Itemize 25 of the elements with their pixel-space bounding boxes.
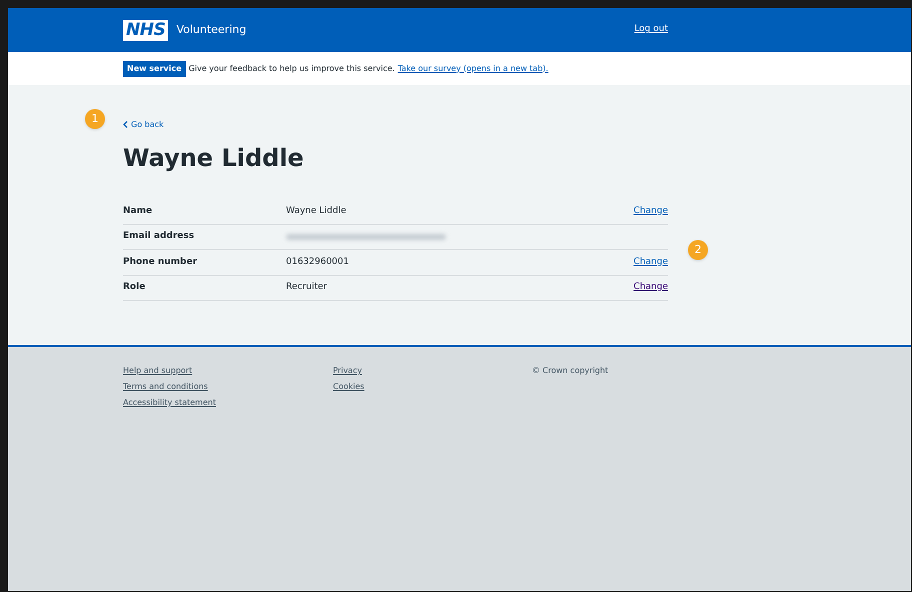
footer-link[interactable]: Privacy: [333, 365, 362, 377]
go-back-link[interactable]: Go back: [123, 118, 164, 130]
copyright-text: © Crown copyright: [532, 365, 608, 377]
footer-link[interactable]: Terms and conditions: [123, 381, 208, 393]
change-link[interactable]: Change: [634, 256, 668, 269]
survey-link[interactable]: Take our survey (opens in a new tab).: [398, 62, 548, 74]
row-key: Role: [123, 281, 286, 294]
row-value: Wayne Liddle: [286, 204, 348, 218]
change-link[interactable]: Change: [634, 204, 668, 218]
row-key: Email address: [123, 230, 286, 244]
banner-text: Give your feedback to help us improve this service.: [188, 62, 395, 74]
new-service-tag: New service: [123, 60, 186, 76]
chevron-left-icon: [123, 121, 128, 128]
footer-link[interactable]: Cookies: [333, 381, 364, 393]
change-link[interactable]: Change: [634, 281, 668, 294]
row-value: Recruiter: [286, 281, 328, 294]
row-value: 01632960001: [286, 256, 350, 268]
page-heading: Wayne Liddle: [123, 143, 305, 173]
log-out-link[interactable]: Log out: [634, 23, 668, 37]
service-name: Volunteering: [176, 22, 246, 38]
nhs-logo[interactable]: NHS: [123, 20, 168, 40]
row-key: Name: [123, 204, 286, 218]
footer-link[interactable]: Help and support: [123, 365, 192, 377]
row-key: Phone number: [123, 256, 286, 269]
footer-link[interactable]: Accessibility statement: [123, 397, 216, 409]
